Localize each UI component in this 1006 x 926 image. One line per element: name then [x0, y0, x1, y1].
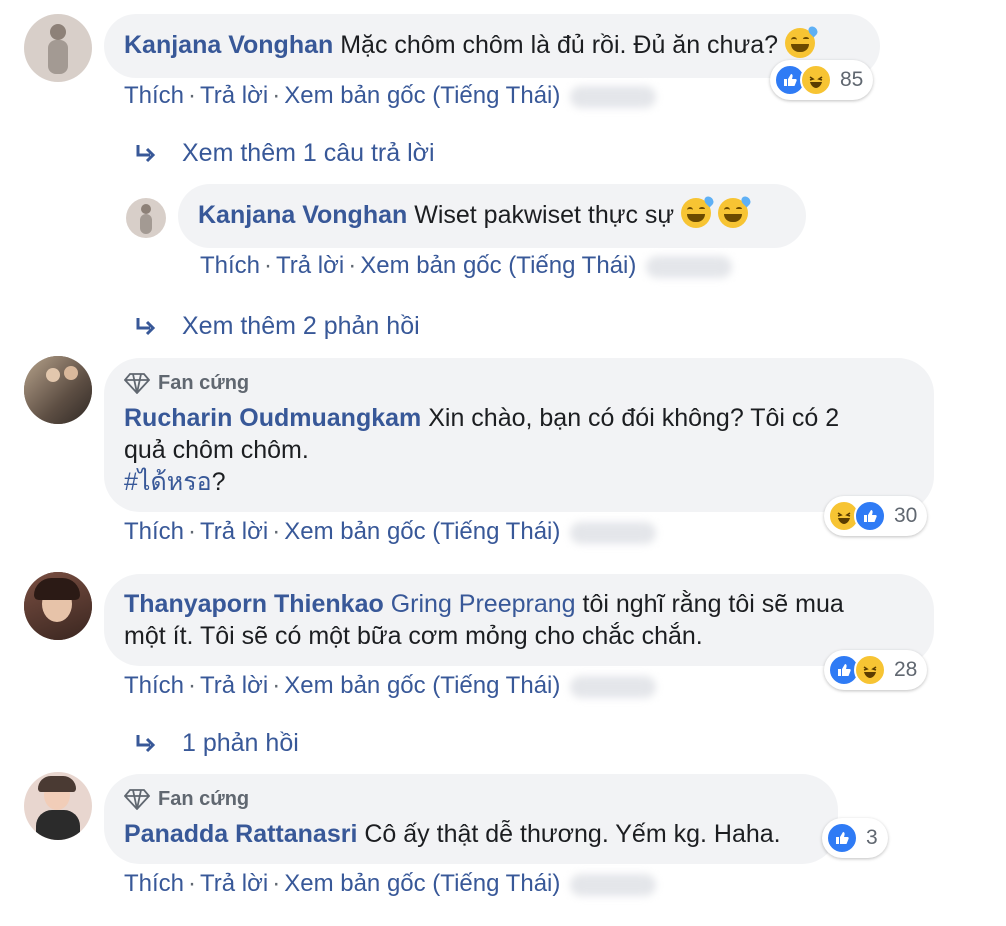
see-original-link[interactable]: Xem bản gốc (Tiếng Thái)	[284, 82, 560, 109]
reaction-summary[interactable]: 85	[770, 60, 874, 100]
comment-author[interactable]: Kanjana Vonghan	[124, 31, 333, 59]
see-original-link[interactable]: Xem bản gốc (Tiếng Thái)	[284, 870, 560, 897]
comment-text: Mặc chôm chôm là đủ rồi. Đủ ăn chưa?	[340, 31, 779, 59]
separator: ·	[272, 82, 281, 109]
sweat-smile-emoji-icon	[681, 194, 716, 228]
comment-text: Cô ấy thật dễ thương. Yếm kg. Haha.	[364, 820, 781, 848]
comment-actions: Thích · Trả lời · Xem bản gốc (Tiếng Thái)	[200, 252, 733, 280]
comment-actions: Thích · Trả lời · Xem bản gốc (Tiếng Thái)	[124, 518, 657, 546]
reaction-count: 85	[840, 68, 864, 91]
reply-link[interactable]: Trả lời	[200, 672, 268, 699]
comment-author[interactable]: Thanyaporn Thienkao	[124, 590, 384, 618]
like-link[interactable]: Thích	[124, 672, 184, 699]
haha-reaction-icon	[800, 64, 832, 96]
comment-bubble: Fan cứng Rucharin Oudmuangkam Xin chào, …	[104, 358, 934, 512]
separator: ·	[272, 518, 281, 545]
sweat-smile-emoji-icon	[718, 194, 753, 228]
fan-badge-label: Fan cứng	[158, 788, 250, 810]
reply-link[interactable]: Trả lời	[200, 82, 268, 109]
reply-link[interactable]: Trả lời	[200, 518, 268, 545]
diamond-icon	[124, 373, 150, 394]
comment-text: Wiset pakwiset thực sự	[414, 201, 675, 229]
see-original-link[interactable]: Xem bản gốc (Tiếng Thái)	[284, 672, 560, 699]
separator: ·	[272, 672, 281, 699]
timestamp-blurred	[570, 675, 657, 698]
reaction-summary[interactable]: 3	[822, 818, 888, 858]
view-more-label[interactable]: Xem thêm 2 phản hồi	[182, 312, 420, 341]
comment-text-continued: quả chôm chôm.	[124, 436, 309, 464]
separator: ·	[188, 518, 197, 545]
separator: ·	[188, 870, 197, 897]
mention-link[interactable]: Gring Preeprang	[391, 590, 576, 618]
reaction-count: 30	[894, 504, 918, 527]
avatar[interactable]	[24, 356, 92, 424]
fan-badge: Fan cứng	[124, 788, 818, 810]
comment-bubble: Kanjana Vonghan Wiset pakwiset thực sự	[178, 184, 806, 248]
reaction-summary[interactable]: 28	[824, 650, 928, 690]
timestamp-blurred	[570, 85, 657, 108]
separator: ·	[188, 672, 197, 699]
comment-author[interactable]: Rucharin Oudmuangkam	[124, 404, 421, 432]
comment-text: tôi nghĩ rằng tôi sẽ mua	[582, 590, 844, 618]
hashtag-link[interactable]: #ได้หรอ	[124, 468, 212, 496]
reply-arrow-icon	[136, 734, 156, 752]
timestamp-blurred	[570, 873, 657, 896]
comment-author[interactable]: Kanjana Vonghan	[198, 201, 407, 229]
avatar[interactable]	[24, 572, 92, 640]
like-reaction-icon	[826, 822, 858, 854]
comment-bubble: Kanjana Vonghan Mặc chôm chôm là đủ rồi.…	[104, 14, 880, 78]
view-more-replies[interactable]: 1 phản hồi	[134, 729, 299, 758]
separator: ·	[188, 82, 197, 109]
haha-reaction-icon	[854, 654, 886, 686]
comment-author[interactable]: Panadda Rattanasri	[124, 820, 357, 848]
separator: ·	[264, 252, 273, 279]
view-more-replies[interactable]: Xem thêm 1 câu trả lời	[134, 139, 435, 168]
comment-text: Xin chào, bạn có đói không? Tôi có 2	[428, 404, 840, 432]
like-link[interactable]: Thích	[124, 82, 184, 109]
reply-link[interactable]: Trả lời	[200, 870, 268, 897]
view-more-label[interactable]: 1 phản hồi	[182, 729, 299, 758]
view-more-replies[interactable]: Xem thêm 2 phản hồi	[134, 312, 420, 341]
like-link[interactable]: Thích	[124, 518, 184, 545]
comment-text-continued: một ít. Tôi sẽ có một bữa cơm mỏng cho c…	[124, 622, 703, 650]
reply-link[interactable]: Trả lời	[276, 252, 344, 279]
comment-actions: Thích · Trả lời · Xem bản gốc (Tiếng Thái)	[124, 82, 657, 110]
comment-actions: Thích · Trả lời · Xem bản gốc (Tiếng Thái)	[124, 870, 657, 898]
timestamp-blurred	[646, 255, 733, 278]
reply-arrow-icon	[136, 144, 156, 162]
sweat-smile-emoji-icon	[784, 24, 820, 58]
fan-badge: Fan cứng	[124, 372, 914, 394]
reaction-count: 3	[866, 826, 878, 849]
separator: ·	[272, 870, 281, 897]
timestamp-blurred	[570, 521, 657, 544]
comment-bubble: Fan cứng Panadda Rattanasri Cô ấy thật d…	[104, 774, 838, 864]
reply-arrow-icon	[136, 317, 156, 335]
avatar[interactable]	[126, 198, 166, 238]
diamond-icon	[124, 789, 150, 810]
like-link[interactable]: Thích	[200, 252, 260, 279]
hashtag-suffix: ?	[211, 468, 226, 496]
avatar[interactable]	[24, 14, 92, 82]
see-original-link[interactable]: Xem bản gốc (Tiếng Thái)	[284, 518, 560, 545]
fan-badge-label: Fan cứng	[158, 372, 250, 394]
comment-bubble: Thanyaporn Thienkao Gring Preeprang tôi …	[104, 574, 934, 666]
like-reaction-icon	[854, 500, 886, 532]
separator: ·	[348, 252, 357, 279]
comment-actions: Thích · Trả lời · Xem bản gốc (Tiếng Thái)	[124, 672, 657, 700]
reaction-summary[interactable]: 30	[824, 496, 928, 536]
see-original-link[interactable]: Xem bản gốc (Tiếng Thái)	[360, 252, 636, 279]
view-more-label[interactable]: Xem thêm 1 câu trả lời	[182, 139, 435, 168]
avatar[interactable]	[24, 772, 92, 840]
like-link[interactable]: Thích	[124, 870, 184, 897]
reaction-count: 28	[894, 658, 918, 681]
